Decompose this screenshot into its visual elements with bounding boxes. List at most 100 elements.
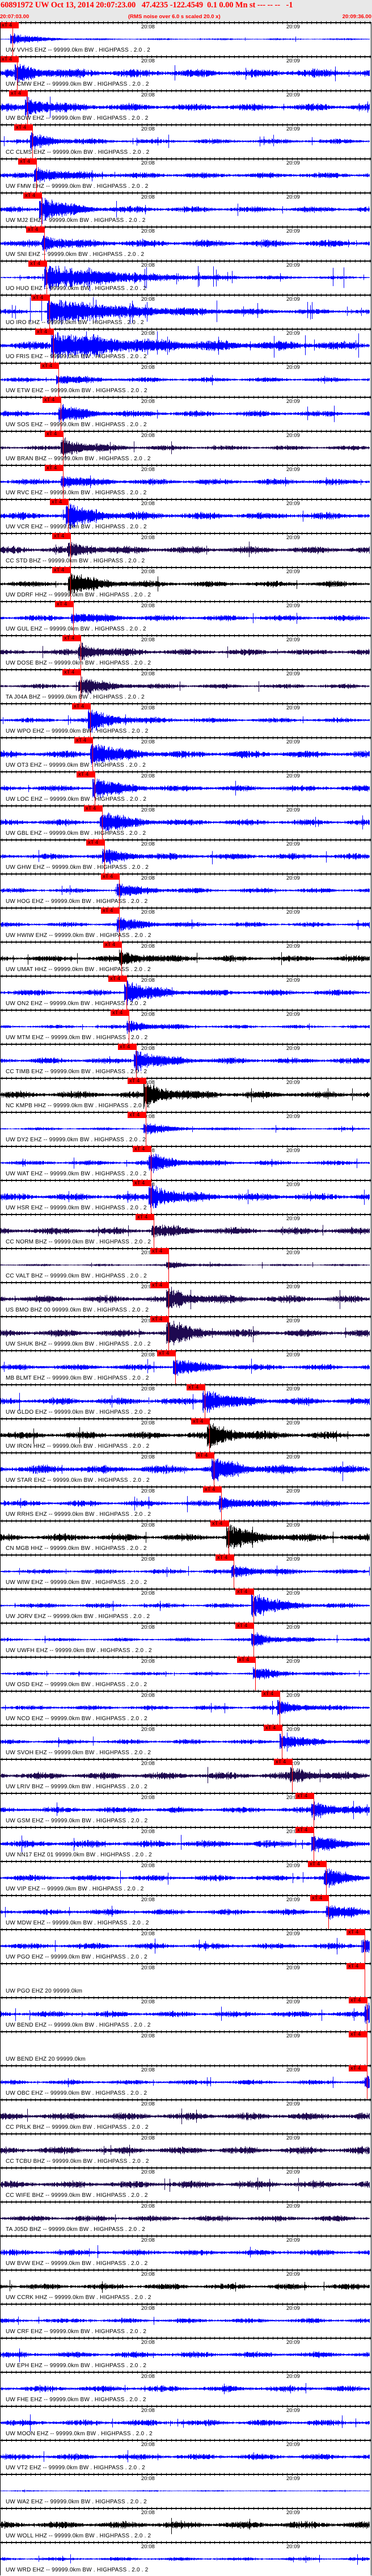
phase-pick-flag[interactable]: xT 4 [62, 669, 81, 675]
phase-pick-flag[interactable]: xT 4 [349, 1997, 367, 2003]
phase-pick-flag[interactable]: xT 4 [84, 805, 103, 812]
phase-pick-flag[interactable]: xT 4 [196, 1452, 214, 1459]
station-channel-label: UW WPO EHZ -- 99999.0km BW . HIGHPASS . … [6, 728, 149, 734]
phase-pick-flag[interactable]: xT 4 [52, 533, 71, 539]
time-tick-label: 20:09 [286, 1965, 300, 1971]
station-channel-label: UW BEND EHZ -- 99999.0km BW . HIGHPASS .… [6, 2022, 151, 2028]
phase-pick-flag[interactable]: xT 4 [111, 1010, 129, 1016]
phase-pick-flag[interactable]: xT 4 [18, 158, 37, 165]
trace-panel: 20:08 20:09 CC PRLK BHZ -- 99999.0km BW . … [0, 2098, 372, 2133]
time-tick-label: 20:08 [141, 705, 155, 711]
trace-panel: 20:08 20:09 UW WRD EHZ -- 99999.0km BW . H… [0, 2541, 372, 2576]
phase-pick-flag[interactable]: xT 4 [136, 1214, 154, 1220]
station-channel-label: UW MJ2 EHZ -- 99999.0km BW . HIGHPASS . … [6, 217, 146, 224]
phase-pick-flag[interactable]: xT 4 [52, 567, 71, 573]
phase-pick-flag[interactable]: xT 4 [23, 192, 42, 199]
waveform [1, 1153, 370, 1174]
phase-pick-flag[interactable]: xT 4 [118, 1044, 137, 1050]
trace-panel: 20:08 20:09 xT 4 NC KMPB HHZ -- 99999.0km B… [0, 1077, 372, 1112]
phase-pick-flag[interactable]: xT 4 [14, 124, 33, 131]
time-tick-label: 20:09 [286, 1113, 300, 1120]
phase-pick-flag[interactable]: xT 4 [235, 1623, 254, 1629]
phase-pick-flag[interactable]: xT 4 [0, 56, 19, 62]
phase-pick-flag[interactable]: xT 4 [40, 363, 59, 369]
trace-panel: 20:08 20:09 UW EPH EHZ -- 99999.0km BW . H… [0, 2337, 372, 2372]
time-tick-label: 20:09 [286, 1148, 300, 1154]
phase-pick-flag[interactable]: xT 4 [9, 90, 28, 96]
trace-panel: 20:08 20:09 xT 4 UW GSM EHZ -- 99999.0km BW… [0, 1792, 372, 1827]
time-tick-label: 20:09 [286, 977, 300, 984]
station-channel-label: UW UWFH EHZ -- 99999.0km BW . HIGHPASS .… [6, 1648, 152, 1654]
phase-pick-flag[interactable]: xT 4 [187, 1384, 205, 1390]
trace-panel: 20:08 20:09 xT 4 UW HWIW EHZ -- 99999.0km B… [0, 906, 372, 942]
station-channel-label: UW RVC EHZ -- 99999.0km BW . HIGHPASS . … [6, 490, 147, 496]
phase-pick-flag[interactable]: xT 4 [133, 1180, 151, 1186]
station-channel-label: TA J05D BHZ -- 99999.0km BW . HIGHPASS .… [6, 2226, 145, 2233]
time-tick-label: 20:09 [286, 398, 300, 405]
phase-pick-flag[interactable]: xT 4 [295, 1827, 314, 1833]
station-channel-label: CC TCBU BHZ -- 99999.0km BW . HIGHPASS .… [6, 2158, 149, 2165]
phase-pick-flag[interactable]: xT 4 [26, 226, 45, 233]
phase-pick-flag[interactable]: xT 4 [50, 499, 69, 505]
trace-panel: 20:08 20:09 xT 4 UW RRHS EHZ -- 99999.0km B… [0, 1485, 372, 1520]
phase-pick-flag[interactable]: xT 4 [31, 295, 50, 301]
time-tick-label: 20:08 [141, 977, 155, 984]
phase-pick-flag[interactable]: xT 4 [157, 1350, 176, 1356]
time-tick-label: 20:08 [141, 1386, 155, 1392]
phase-pick-flag[interactable]: xT 4 [308, 1861, 327, 1867]
time-tick-label: 20:08 [141, 841, 155, 847]
phase-pick-flag[interactable]: xT 4 [101, 873, 120, 880]
phase-pick-flag[interactable]: xT 4 [261, 1691, 280, 1697]
phase-pick-flag[interactable]: xT 4 [191, 1418, 210, 1424]
phase-pick-flag[interactable]: xT 4 [346, 1963, 365, 1969]
waveform [1, 812, 370, 832]
phase-pick-flag[interactable]: xT 4 [150, 1316, 169, 1322]
phase-pick-flag[interactable]: xT 4 [74, 737, 93, 743]
phase-pick-flag[interactable]: xT 4 [346, 1929, 365, 1935]
phase-pick-flag[interactable]: xT 4 [45, 431, 64, 437]
phase-pick-flag[interactable]: xT 4 [103, 942, 122, 948]
phase-pick-flag[interactable]: xT 4 [210, 1520, 229, 1527]
phase-pick-flag[interactable]: xT 4 [128, 1078, 146, 1084]
phase-pick-flag[interactable]: xT 4 [28, 260, 47, 267]
time-tick-label: 20:08 [141, 501, 155, 507]
phase-pick-flag[interactable]: xT 4 [150, 1282, 169, 1288]
phase-pick-flag[interactable]: xT 4 [101, 907, 120, 914]
phase-pick-flag[interactable]: xT 4 [77, 771, 95, 778]
waveform [1, 1700, 370, 1716]
trace-panel: 20:08 20:09 xT 4 CC VALT BHZ -- 99999.0km B… [0, 1247, 372, 1282]
phase-pick-flag[interactable]: xT 4 [237, 1657, 256, 1663]
trace-panel: 20:08 20:09 xT 4 UW FMW EHZ -- 99999.0km BW… [0, 157, 372, 192]
time-tick-label: 20:08 [141, 2203, 155, 2209]
phase-pick-flag[interactable]: xT 4 [86, 839, 105, 846]
phase-pick-flag[interactable]: xT 4 [295, 1793, 314, 1799]
time-tick-label: 20:09 [286, 2135, 300, 2141]
phase-pick-flag[interactable]: xT 4 [128, 1112, 146, 1118]
phase-pick-flag[interactable]: xT 4 [235, 1589, 254, 1595]
phase-pick-flag[interactable]: xT 4 [35, 329, 54, 335]
trace-panel: 20:08 20:09 UW MOON EHZ -- 99999.0km BW . … [0, 2405, 372, 2440]
phase-pick-flag[interactable]: xT 4 [108, 976, 127, 982]
phase-pick-flag[interactable]: xT 4 [150, 1248, 169, 1254]
phase-pick-flag[interactable]: xT 4 [349, 2065, 367, 2071]
time-tick-label: 20:08 [141, 909, 155, 915]
phase-pick-flag[interactable]: xT 4 [349, 2031, 367, 2037]
phase-pick-flag[interactable]: xT 4 [133, 1146, 151, 1152]
phase-pick-flag[interactable]: xT 4 [55, 601, 74, 607]
time-tick-label: 20:09 [286, 1216, 300, 1222]
phase-pick-flag[interactable]: xT 4 [43, 397, 61, 403]
phase-pick-flag[interactable]: xT 4 [203, 1486, 222, 1493]
phase-pick-flag[interactable]: xT 4 [45, 465, 64, 471]
waveform [1, 949, 370, 966]
phase-pick-flag[interactable]: xT 4 [264, 1725, 282, 1731]
waveform [1, 96, 370, 118]
phase-pick-flag[interactable]: xT 4 [72, 703, 91, 709]
time-tick-label: 20:09 [286, 194, 300, 200]
phase-pick-flag[interactable]: xT 4 [310, 1895, 329, 1901]
phase-pick-flag[interactable]: xT 4 [0, 22, 19, 28]
phase-pick-flag[interactable]: xT 4 [274, 1759, 293, 1765]
station-channel-label: MB BLMT EHZ -- 99999.0km BW . HIGHPASS .… [6, 1375, 149, 1381]
station-channel-label: UW HWIW EHZ -- 99999.0km BW . HIGHPASS .… [6, 932, 151, 939]
phase-pick-flag[interactable]: xT 4 [62, 635, 81, 641]
phase-pick-flag[interactable]: xT 4 [215, 1554, 234, 1561]
